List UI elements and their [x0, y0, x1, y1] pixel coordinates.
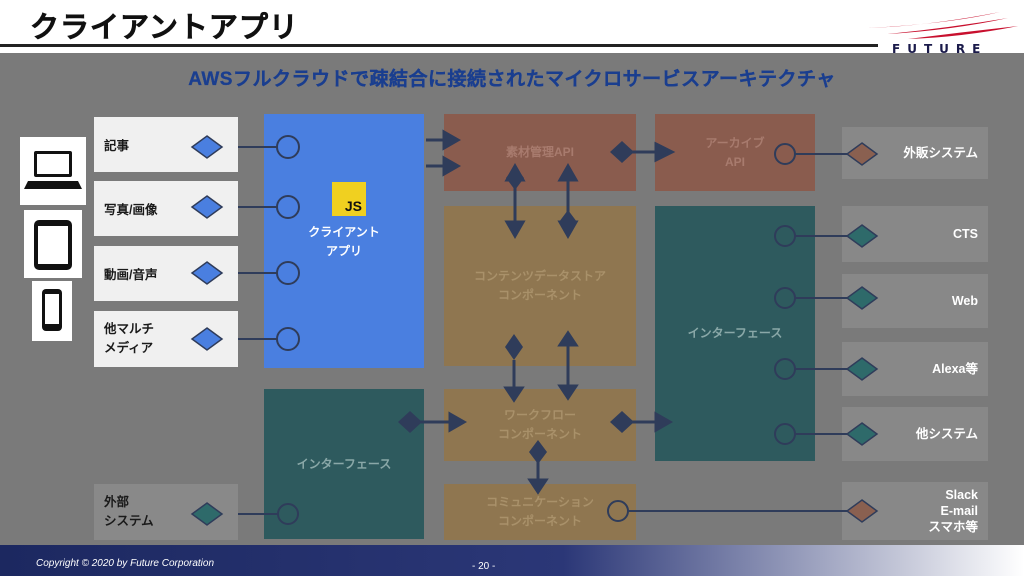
connector-diamond	[529, 440, 547, 464]
source-diamond	[190, 502, 224, 526]
arrow-head	[557, 330, 579, 347]
communication-port	[607, 500, 629, 522]
archive-port	[774, 143, 796, 165]
client-port	[276, 135, 300, 159]
interface-port	[277, 503, 299, 525]
arrow-head	[557, 384, 579, 401]
connector-diamond	[398, 411, 422, 433]
interface-port	[774, 287, 796, 309]
arrow-head	[654, 141, 676, 163]
ext-diamond	[845, 286, 879, 310]
arrow-head	[448, 411, 468, 433]
interface-port	[774, 225, 796, 247]
source-diamond	[190, 327, 224, 351]
interface-port	[774, 423, 796, 445]
arrow-head	[557, 162, 579, 182]
source-diamond	[190, 195, 224, 219]
source-diamond	[190, 261, 224, 285]
ext-diamond	[845, 422, 879, 446]
arrow-head	[503, 386, 525, 403]
connector-diamond	[559, 210, 577, 234]
ext-diamond	[845, 357, 879, 381]
client-port	[276, 327, 300, 351]
arrow-head	[527, 478, 549, 495]
client-port	[276, 261, 300, 285]
connector-diamond	[506, 166, 524, 190]
ext-diamond	[845, 499, 879, 523]
interface-port	[774, 358, 796, 380]
connector-diamond	[610, 411, 634, 433]
connector-diamond	[505, 334, 523, 360]
connector-layer	[190, 129, 879, 526]
connector-diamond	[610, 141, 634, 163]
source-diamond	[190, 135, 224, 159]
ext-diamond	[845, 224, 879, 248]
arrow-head	[504, 220, 526, 240]
arrow-head	[442, 129, 462, 151]
page-number: - 20 -	[472, 561, 496, 572]
arrow-head	[654, 411, 674, 433]
ext-diamond	[845, 142, 879, 166]
client-port	[276, 195, 300, 219]
arrow-head	[442, 155, 462, 177]
copyright-text: Copyright © 2020 by Future Corporation	[36, 558, 215, 569]
